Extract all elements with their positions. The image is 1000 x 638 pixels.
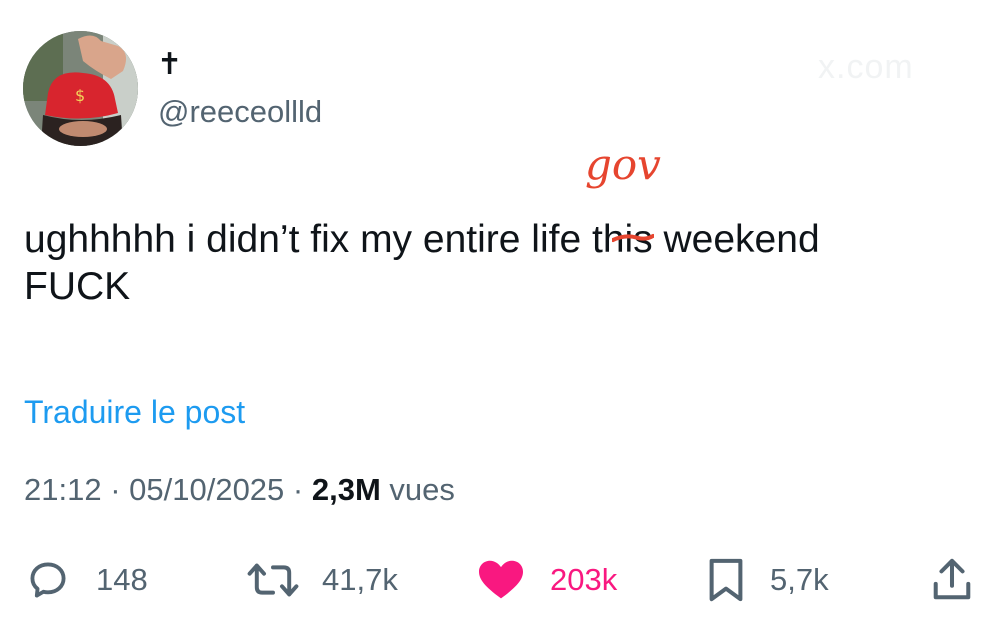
watermark: x.com <box>818 48 914 86</box>
action-bar: 148 41,7k 203k 5,7k <box>0 555 1000 605</box>
repost-arrows-icon <box>247 563 299 597</box>
like-button[interactable]: 203k <box>476 555 617 605</box>
repost-count: 41,7k <box>322 562 398 597</box>
tweet-text: ughhhhh i didn’t fix my entire life this… <box>24 216 974 310</box>
avatar[interactable]: $ <box>23 31 138 146</box>
share-upload-icon <box>933 558 971 600</box>
tweet-text-before: ughhhhh i didn’t fix my entire <box>24 218 532 261</box>
reply-button[interactable]: 148 <box>26 555 148 605</box>
timestamp-date[interactable]: 05/10/2025 <box>129 472 284 507</box>
bookmark-button[interactable]: 5,7k <box>706 555 829 605</box>
struck-word: life <box>531 218 582 261</box>
handwritten-correction: gov <box>585 140 661 189</box>
timestamp-time[interactable]: 21:12 <box>24 472 102 507</box>
display-name[interactable]: ✝ <box>157 48 182 82</box>
reply-count: 148 <box>96 562 148 597</box>
heart-filled-icon <box>479 560 523 599</box>
views-count: 2,3M <box>311 472 381 507</box>
tweet-metadata: 21:12 · 05/10/2025 · 2,3M vues <box>24 470 455 510</box>
user-handle[interactable]: @reeceollld <box>158 92 322 132</box>
repost-button[interactable]: 41,7k <box>246 555 398 605</box>
separator: · <box>101 472 130 507</box>
share-button[interactable] <box>930 555 974 605</box>
tweet-text-line2: FUCK <box>24 265 131 308</box>
reply-bubble-icon <box>30 562 66 598</box>
separator: · <box>284 472 312 507</box>
svg-text:$: $ <box>75 86 85 105</box>
bookmark-count: 5,7k <box>770 562 829 597</box>
strike-through-mark <box>612 234 654 242</box>
views-label: vues <box>380 472 455 507</box>
translate-post-link[interactable]: Traduire le post <box>24 392 245 432</box>
bookmark-icon <box>709 558 743 602</box>
avatar-image: $ <box>23 31 138 146</box>
like-count: 203k <box>550 562 618 597</box>
